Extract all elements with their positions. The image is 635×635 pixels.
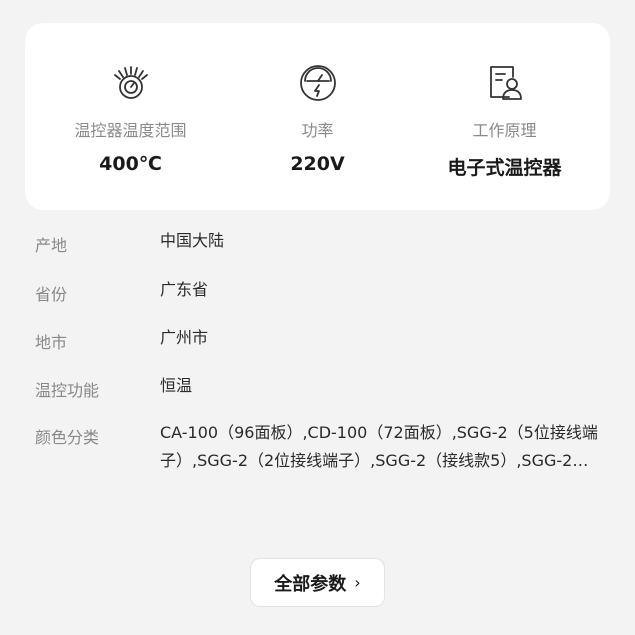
param-value: 恒温 — [160, 376, 193, 395]
thermostat-dial-icon — [111, 63, 151, 103]
param-key: 省份 — [35, 285, 68, 304]
param-key: 产地 — [35, 236, 68, 255]
param-value: CA-100（96面板）,CD-100（72面板）,SGG-2（5位接线端子）,… — [160, 423, 598, 470]
spec-label: 温控器温度范围 — [74, 121, 187, 140]
chevron-right-icon: › — [354, 573, 361, 592]
spec-label: 工作原理 — [472, 121, 537, 140]
spec-value: 电子式温控器 — [447, 157, 562, 179]
spec-power: 功率 220V — [220, 23, 415, 210]
spec-summary-card: 温控器温度范围 400℃ 功率 220V 工作原理 电子式温控器 — [25, 23, 610, 210]
param-value: 广东省 — [160, 280, 209, 299]
spec-temperature-range: 温控器温度范围 400℃ — [33, 23, 228, 210]
all-params-label: 全部参数 — [274, 573, 347, 595]
param-key: 颜色分类 — [35, 428, 100, 447]
power-meter-icon — [298, 63, 338, 103]
param-key: 地市 — [35, 333, 68, 352]
document-user-icon — [485, 63, 525, 103]
all-params-button[interactable]: 全部参数 › — [250, 558, 385, 607]
spec-value: 220V — [290, 153, 345, 175]
param-value: 中国大陆 — [160, 231, 225, 250]
param-value: 广州市 — [160, 328, 209, 347]
spec-label: 功率 — [301, 121, 334, 140]
param-key: 温控功能 — [35, 381, 100, 400]
spec-value: 400℃ — [99, 153, 162, 175]
spec-working-principle: 工作原理 电子式温控器 — [407, 23, 602, 210]
